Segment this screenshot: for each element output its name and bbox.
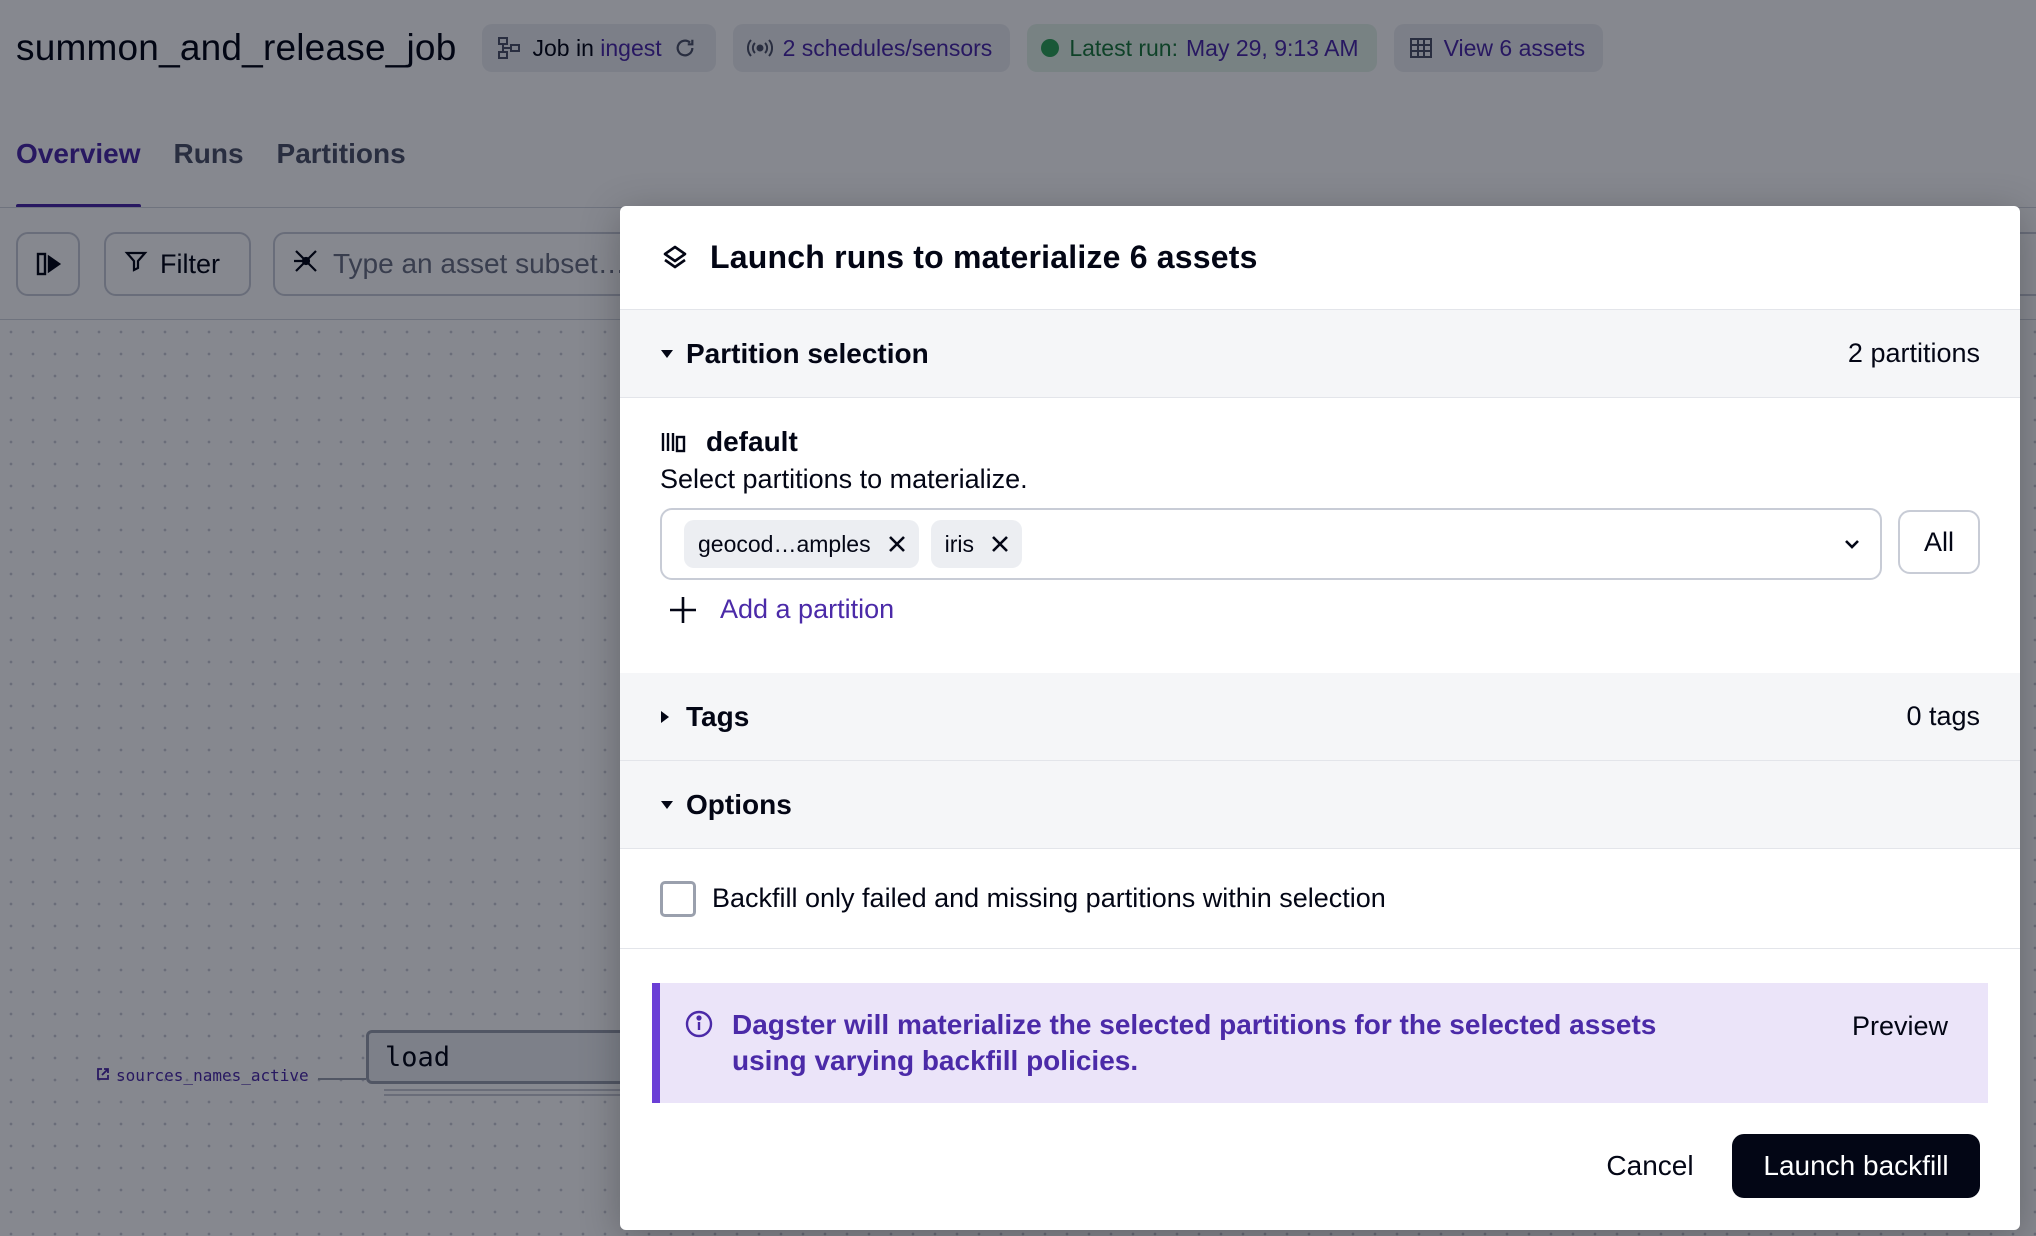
select-all-button[interactable]: All bbox=[1898, 510, 1980, 574]
partition-section-body: default Select partitions to materialize… bbox=[620, 398, 2020, 673]
options-section-title: Options bbox=[686, 788, 792, 820]
caret-down-icon bbox=[660, 800, 682, 810]
plus-icon bbox=[668, 595, 698, 625]
partition-chip: iris bbox=[930, 520, 1022, 568]
backfill-policy-alert: Dagster will materialize the selected pa… bbox=[652, 983, 1988, 1103]
partition-chip-label: iris bbox=[944, 530, 974, 557]
add-partition-label: Add a partition bbox=[720, 594, 895, 624]
info-icon bbox=[684, 1009, 714, 1039]
partition-section-header[interactable]: Partition selection 2 partitions bbox=[620, 310, 2020, 398]
launch-backfill-button[interactable]: Launch backfill bbox=[1732, 1134, 1980, 1198]
preview-button[interactable]: Preview bbox=[1852, 1011, 1948, 1042]
partition-dimension-name: default bbox=[706, 426, 798, 457]
partition-description: Select partitions to materialize. bbox=[660, 464, 1028, 494]
tags-count: 0 tags bbox=[1906, 701, 1980, 731]
partition-count: 2 partitions bbox=[1847, 338, 1980, 368]
backfill-failed-label[interactable]: Backfill only failed and missing partiti… bbox=[712, 883, 1386, 914]
options-section-body: Backfill only failed and missing partiti… bbox=[620, 849, 2020, 949]
remove-chip-icon[interactable] bbox=[990, 534, 1010, 554]
partition-chip: geocod…amples bbox=[684, 520, 919, 568]
dialog-title: Launch runs to materialize 6 assets bbox=[710, 239, 1258, 275]
options-section-header[interactable]: Options bbox=[620, 761, 2020, 849]
caret-right-icon bbox=[660, 710, 682, 724]
tags-section-title: Tags bbox=[686, 700, 750, 732]
partition-icon bbox=[660, 431, 686, 453]
cancel-button[interactable]: Cancel bbox=[1588, 1134, 1712, 1198]
partition-chip-label: geocod…amples bbox=[698, 530, 871, 557]
partition-multiselect[interactable]: geocod…amples iris bbox=[660, 508, 1882, 580]
launch-dialog: Launch runs to materialize 6 assets Part… bbox=[620, 206, 2020, 1230]
backfill-failed-checkbox[interactable] bbox=[660, 880, 696, 917]
chevron-down-icon[interactable] bbox=[1842, 534, 1862, 554]
materialize-icon bbox=[660, 243, 690, 273]
partition-section-title: Partition selection bbox=[686, 337, 929, 369]
add-partition-button[interactable]: Add a partition bbox=[668, 594, 894, 625]
dialog-header: Launch runs to materialize 6 assets bbox=[620, 206, 2020, 310]
partition-name-row: default bbox=[660, 426, 1980, 458]
caret-down-icon bbox=[660, 349, 682, 359]
dialog-footer: Cancel Launch backfill bbox=[620, 1134, 2020, 1204]
remove-chip-icon[interactable] bbox=[887, 534, 907, 554]
tags-section-header[interactable]: Tags 0 tags bbox=[620, 673, 2020, 761]
alert-message: Dagster will materialize the selected pa… bbox=[732, 1009, 1657, 1076]
